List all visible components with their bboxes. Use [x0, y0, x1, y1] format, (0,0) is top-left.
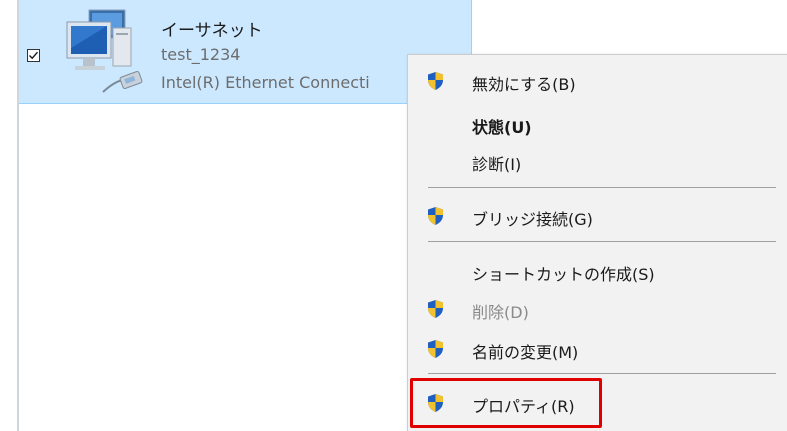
adapter-name: イーサネット [161, 21, 263, 41]
uac-shield-icon [428, 340, 443, 358]
menu-item-status[interactable]: 状態(U) [408, 106, 787, 142]
menu-item-label: 状態(U) [472, 118, 532, 137]
uac-shield-icon [428, 207, 443, 225]
adapter-item-ethernet[interactable]: イーサネット test_1234 Intel(R) Ethernet Conne… [19, 0, 472, 104]
menu-item-diagnose[interactable]: 診断(I) [408, 143, 787, 179]
menu-separator [428, 187, 776, 188]
menu-item-label: 無効にする(B) [472, 75, 576, 94]
context-menu: 無効にする(B) 状態(U) 診断(I) ブリッジ接続(G) ショートカットの作… [407, 54, 787, 431]
menu-item-label: 名前の変更(M) [472, 343, 579, 362]
menu-item-rename[interactable]: 名前の変更(M) [408, 331, 787, 367]
uac-shield-icon [428, 72, 443, 90]
menu-separator [428, 241, 776, 242]
menu-item-label: 診断(I) [472, 155, 522, 174]
adapter-device-name: Intel(R) Ethernet Connecti [161, 73, 370, 92]
menu-separator [428, 373, 776, 374]
network-adapter-icon [63, 8, 147, 100]
properties-highlight-box [410, 378, 602, 428]
network-connections-window: イーサネット test_1234 Intel(R) Ethernet Conne… [0, 0, 787, 431]
adapter-network-name: test_1234 [161, 45, 241, 64]
menu-item-disable[interactable]: 無効にする(B) [408, 63, 787, 99]
menu-item-label: ブリッジ接続(G) [472, 210, 593, 229]
uac-shield-icon [428, 300, 443, 318]
menu-item-delete[interactable]: 削除(D) [408, 291, 787, 327]
checkmark-icon [29, 51, 39, 60]
menu-item-label: 削除(D) [472, 303, 529, 322]
menu-item-label: ショートカットの作成(S) [472, 265, 655, 284]
adapter-checkbox[interactable] [27, 49, 40, 62]
menu-item-create-shortcut[interactable]: ショートカットの作成(S) [408, 253, 787, 289]
menu-item-bridge[interactable]: ブリッジ接続(G) [408, 198, 787, 234]
